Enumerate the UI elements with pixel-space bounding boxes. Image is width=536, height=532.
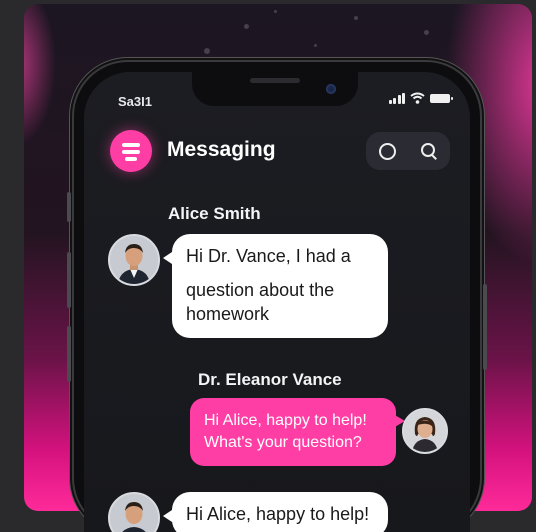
phone-frame: Sa3I1 Messaging Alice Smith Hi Dr. Vance… xyxy=(67,62,487,532)
sender-name: Alice Smith xyxy=(168,204,261,223)
sender-name: Dr. Eleanor Vance xyxy=(198,370,342,389)
bokeh-dot xyxy=(424,30,429,35)
message-line: question about the xyxy=(186,280,335,300)
camera-icon xyxy=(326,84,336,94)
phone-side-button xyxy=(67,192,71,222)
app-logo-icon[interactable] xyxy=(110,130,152,172)
avatar[interactable] xyxy=(402,408,448,454)
battery-icon xyxy=(430,93,453,103)
message-line: Hi Alice, happy to help! xyxy=(204,412,367,429)
message-line: homework xyxy=(186,304,270,324)
signal-icon xyxy=(388,92,405,104)
status-icons xyxy=(388,92,453,104)
bokeh-dot xyxy=(244,24,249,29)
app-title: Messaging xyxy=(167,138,276,161)
message-bubble-outgoing[interactable]: Hi Alice, happy to help! What's your que… xyxy=(190,398,405,466)
app-header: Messaging xyxy=(110,128,450,172)
bokeh-dot xyxy=(314,44,317,47)
bokeh-dot xyxy=(274,10,277,13)
avatar[interactable] xyxy=(108,234,160,286)
bokeh-dot xyxy=(354,16,358,20)
circle-icon[interactable] xyxy=(378,142,396,160)
avatar-man-icon xyxy=(110,236,158,284)
header-actions xyxy=(366,132,450,170)
phone-power-button xyxy=(483,284,487,370)
speaker-grille xyxy=(250,78,300,83)
message-line: Hi Alice, happy to help! xyxy=(186,504,370,524)
wifi-icon xyxy=(410,92,425,104)
phone-volume-down xyxy=(67,326,71,382)
message-bubble-incoming[interactable]: Hi Alice, happy to help! xyxy=(163,492,388,532)
phone-volume-up xyxy=(67,252,71,308)
notch xyxy=(192,72,358,106)
message-line: Hi Dr. Vance, I had a xyxy=(186,246,351,266)
avatar[interactable] xyxy=(108,492,160,532)
status-time: Sa3I1 xyxy=(118,94,152,109)
message-line: What's your question? xyxy=(204,434,362,451)
bokeh-dot xyxy=(204,48,210,54)
avatar-man-icon xyxy=(110,494,158,532)
avatar-woman-icon xyxy=(404,410,446,452)
message-bubble-incoming[interactable]: Hi Dr. Vance, I had a question about the… xyxy=(163,234,388,338)
phone-screen: Sa3I1 Messaging Alice Smith Hi Dr. Vance… xyxy=(84,72,470,532)
search-icon[interactable] xyxy=(421,143,438,160)
